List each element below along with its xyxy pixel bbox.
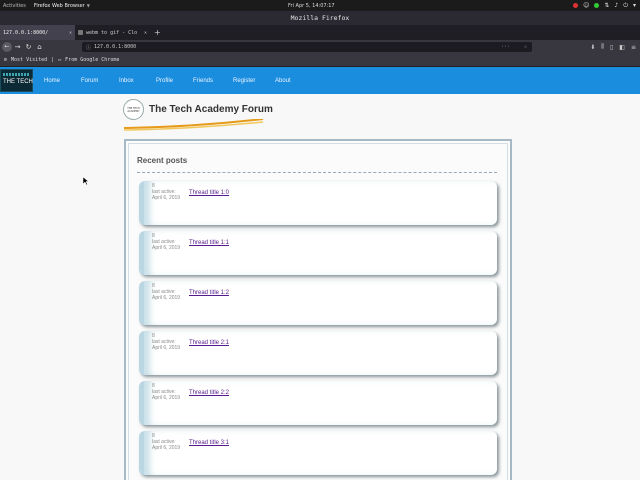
tab-label: 127.0.0.1:8000/ xyxy=(3,29,49,36)
close-tab-icon[interactable]: ✕ xyxy=(144,30,147,36)
gear-icon: ⚙ xyxy=(4,57,8,63)
clock[interactable]: Fri Apr 5, 14:07:17 xyxy=(288,3,335,9)
forward-button[interactable]: → xyxy=(12,43,23,51)
bookmark-star-icon[interactable]: ☆ xyxy=(524,44,527,50)
forum-title: The Tech Academy Forum xyxy=(149,104,273,115)
favicon-icon xyxy=(78,30,83,35)
bookmarks-toolbar: ⚙ Most Visited | ▭ From Google Chrome xyxy=(0,54,640,67)
tab-label: webm to gif - Clo xyxy=(86,29,138,36)
forum-brand: THE TECH ACADEMY The Tech Academy Forum xyxy=(123,97,273,135)
post-meta: 8 last active: April 6, 2019 xyxy=(152,433,180,451)
site-nav-bar: THE TECH Home Forum Inbox Profile Friend… xyxy=(0,67,640,94)
nav-about[interactable]: About xyxy=(275,78,291,84)
post-date: April 6, 2019 xyxy=(152,195,181,201)
library-icon[interactable]: ⫼ xyxy=(601,43,604,51)
home-button[interactable]: ⌂ xyxy=(34,43,45,51)
thread-link[interactable]: Thread title 3:1 xyxy=(189,440,229,446)
post-date: April 6, 2019 xyxy=(152,395,181,401)
post-meta: 8 last active: April 6, 2019 xyxy=(152,283,180,301)
thread-link[interactable]: Thread title 2:2 xyxy=(189,390,229,396)
folder-icon: ▭ xyxy=(58,57,62,63)
page-content: THE TECH Home Forum Inbox Profile Friend… xyxy=(0,67,640,480)
chevron-down-icon: ▾ xyxy=(632,2,636,9)
new-tab-button[interactable]: + xyxy=(150,25,165,40)
volume-icon: ♪ xyxy=(614,2,619,9)
thread-link[interactable]: Thread title 1:1 xyxy=(189,240,229,246)
post-meta: 8 last active: April 6, 2019 xyxy=(152,383,180,401)
download-icon[interactable]: ⬇ xyxy=(590,44,595,51)
back-button[interactable]: ← xyxy=(2,42,12,52)
status-indicator-icon xyxy=(594,3,600,8)
recent-posts-panel: Recent posts 8 last active: April 6, 201… xyxy=(124,139,512,480)
info-icon[interactable]: ⓘ xyxy=(86,44,91,51)
bookmark-from-chrome[interactable]: From Google Chrome xyxy=(65,57,119,63)
system-tray[interactable]: ☺ ⇅ ♪ ⏻ ▾ xyxy=(573,2,636,10)
post-card[interactable]: 8 last active: April 6, 2019 Thread titl… xyxy=(139,331,497,375)
post-meta: 8 last active: April 6, 2019 xyxy=(152,233,180,251)
post-card[interactable]: 8 last active: April 6, 2019 Thread titl… xyxy=(139,281,497,325)
menu-icon[interactable]: ≡ xyxy=(631,44,636,51)
post-meta: 8 last active: April 6, 2019 xyxy=(152,183,180,201)
post-card[interactable]: 8 last active: April 6, 2019 Thread titl… xyxy=(139,431,497,475)
section-divider xyxy=(137,172,497,173)
post-card[interactable]: 8 last active: April 6, 2019 Thread titl… xyxy=(139,231,497,275)
reload-button[interactable]: ↻ xyxy=(23,43,34,51)
nav-profile[interactable]: Profile xyxy=(156,78,193,84)
post-meta: 8 last active: April 6, 2019 xyxy=(152,333,180,351)
window-title: Mozilla Firefox xyxy=(0,11,640,25)
thread-link[interactable]: Thread title 1:2 xyxy=(189,290,229,296)
post-card[interactable]: 8 last active: April 6, 2019 Thread titl… xyxy=(139,181,497,225)
nav-home[interactable]: Home xyxy=(44,78,81,84)
nav-register[interactable]: Register xyxy=(233,78,275,84)
thread-link[interactable]: Thread title 2:1 xyxy=(189,340,229,346)
reader-icon[interactable]: ◧ xyxy=(619,44,625,51)
app-menu-label: Firefox Web Browser xyxy=(33,2,85,9)
nav-forum[interactable]: Forum xyxy=(81,78,119,84)
post-date: April 6, 2019 xyxy=(152,295,181,301)
navigation-toolbar: ← → ↻ ⌂ ⓘ 127.0.0.1:8000 ··· ☆ ⬇ ⫼ ▯ ◧ ≡ xyxy=(0,40,640,54)
page-actions-button[interactable]: ··· xyxy=(501,44,510,50)
post-date: April 6, 2019 xyxy=(152,245,181,251)
bookmarks-separator: | xyxy=(51,57,55,63)
sidebar-icon[interactable]: ▯ xyxy=(610,44,613,51)
accessibility-icon: ☺ xyxy=(583,2,590,9)
url-text[interactable]: 127.0.0.1:8000 xyxy=(94,44,136,50)
post-card[interactable]: 8 last active: April 6, 2019 Thread titl… xyxy=(139,381,497,425)
logo-pattern xyxy=(3,73,30,76)
post-date: April 6, 2019 xyxy=(152,445,181,451)
close-tab-icon[interactable]: ✕ xyxy=(69,30,72,36)
tab-strip: 127.0.0.1:8000/ ✕ webm to gif - Clo ✕ + xyxy=(0,25,640,40)
tab-webm-to-gif[interactable]: webm to gif - Clo ✕ xyxy=(75,25,150,40)
post-date: April 6, 2019 xyxy=(152,345,181,351)
swoosh-decoration xyxy=(123,119,264,131)
nav-inbox[interactable]: Inbox xyxy=(119,78,156,84)
url-bar[interactable]: ⓘ 127.0.0.1:8000 ··· ☆ xyxy=(82,42,532,52)
chevron-down-icon: ▼ xyxy=(86,2,90,8)
site-logo[interactable]: THE TECH xyxy=(0,69,33,92)
mouse-cursor-icon xyxy=(83,177,89,186)
recording-indicator-icon xyxy=(573,3,579,8)
logo-text: THE TECH xyxy=(3,79,33,85)
app-menu[interactable]: Firefox Web Browser ▼ xyxy=(34,3,90,9)
bookmark-most-visited[interactable]: Most Visited xyxy=(11,57,47,63)
site-nav-links: Home Forum Inbox Profile Friends Registe… xyxy=(44,67,291,94)
network-icon: ⇅ xyxy=(604,2,610,9)
section-title: Recent posts xyxy=(137,156,188,165)
thread-link[interactable]: Thread title 1:0 xyxy=(189,190,229,196)
academy-badge-logo: THE TECH ACADEMY xyxy=(123,99,144,120)
power-icon: ⏻ xyxy=(623,1,628,9)
activities-button[interactable]: Activities xyxy=(3,3,26,9)
tab-localhost[interactable]: 127.0.0.1:8000/ ✕ xyxy=(0,25,75,40)
toolbar-right: ⬇ ⫼ ▯ ◧ ≡ xyxy=(590,40,636,54)
system-top-bar: Activities Firefox Web Browser ▼ Fri Apr … xyxy=(0,0,640,11)
nav-friends[interactable]: Friends xyxy=(193,78,233,84)
